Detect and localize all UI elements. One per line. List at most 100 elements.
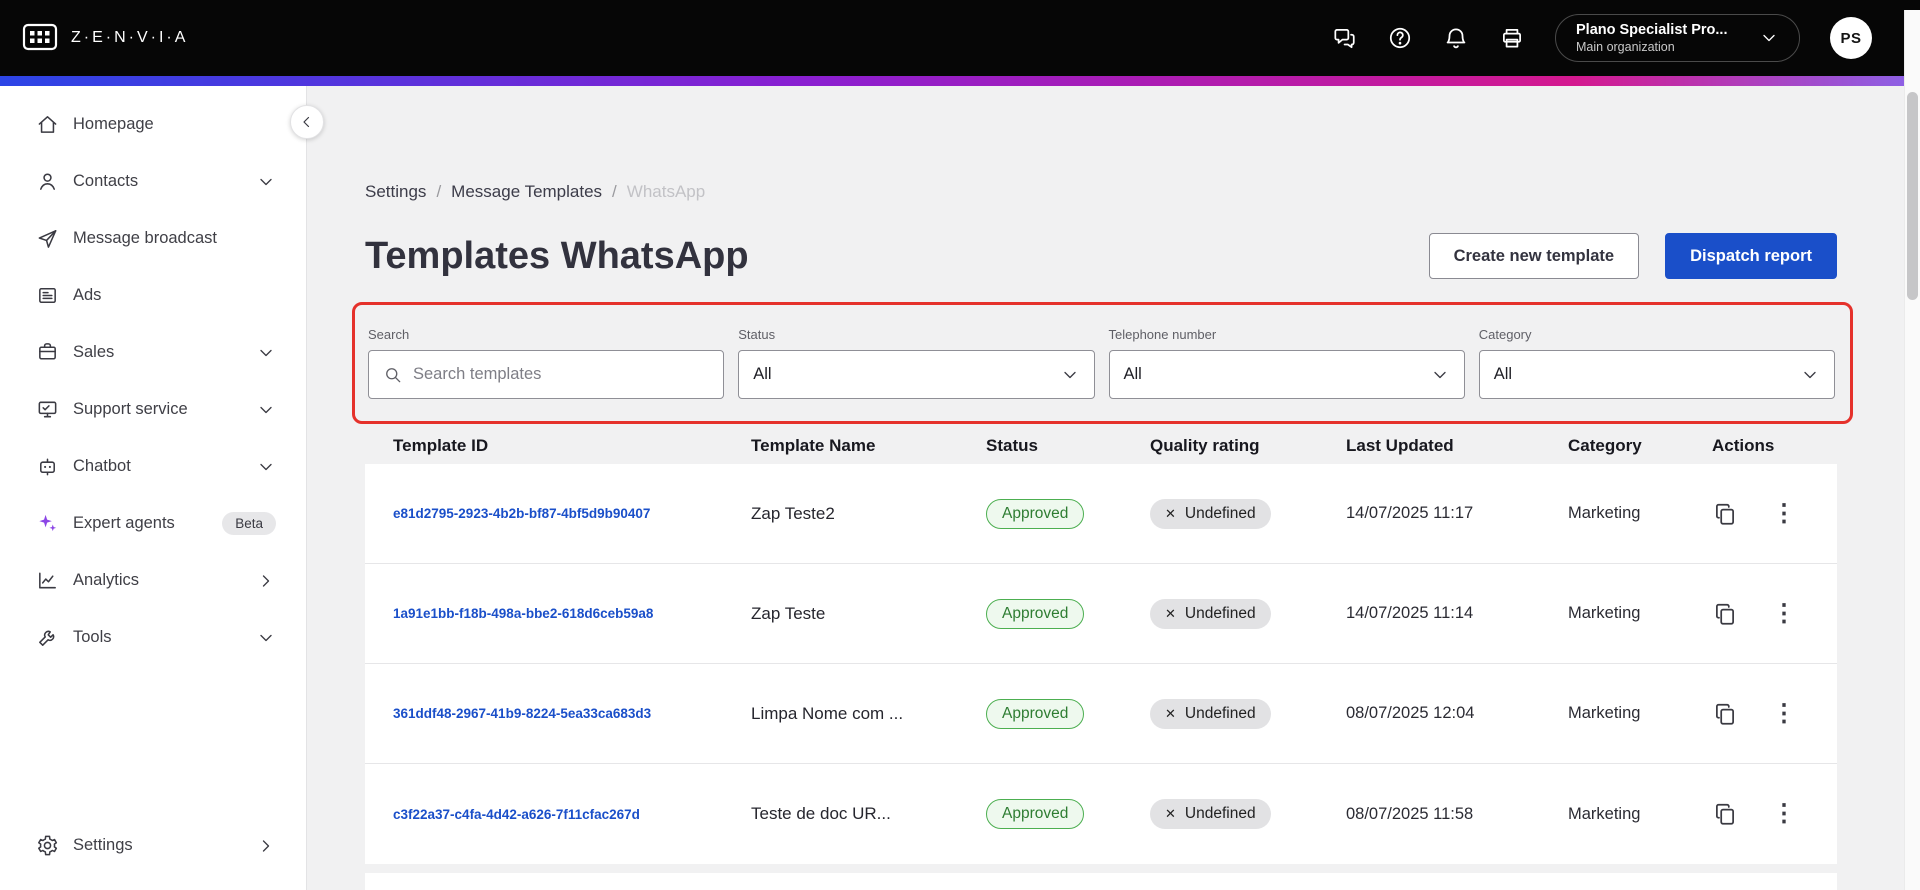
template-id-link[interactable]: c3f22a37-c4fa-4d42-a626-7f11cfac267d [393,807,650,822]
org-subtitle: Main organization [1576,40,1675,54]
table-body: e81d2795-2923-4b2b-bf87-4bf5d9b90407 Zap… [365,464,1837,864]
chevron-down-icon [256,400,276,420]
sidebar: Homepage Contacts Message broadcast Ads … [0,86,307,890]
main-content: Settings / Message Templates / WhatsApp … [308,86,1904,890]
sidebar-item-label: Settings [73,836,133,854]
sidebar-item-label: Support service [73,400,188,418]
column-header: Quality rating [1150,436,1260,455]
template-id-link[interactable]: 361ddf48-2967-41b9-8224-5ea33ca683d3 [393,706,661,721]
chevron-down-icon [256,172,276,192]
brand[interactable]: Z·E·N·V·I·A [22,23,188,53]
breadcrumb-message-templates[interactable]: Message Templates [451,182,602,202]
sidebar-item-expert-agents[interactable]: Expert agents Beta [0,495,306,552]
search-icon [386,367,401,382]
category-value: Marketing [1568,804,1641,823]
sidebar-item-message-broadcast[interactable]: Message broadcast [0,210,306,267]
telephone-number-select-value: All [1123,365,1142,383]
sidebar-item-sales[interactable]: Sales [0,324,306,381]
breadcrumb-separator: / [612,182,617,201]
scrollbar-thumb[interactable] [1907,92,1918,300]
zenvia-logo [22,23,58,51]
quality-rating-text: Undefined [1184,504,1256,522]
template-id-link[interactable]: 1a91e1bb-f18b-498a-bbe2-618d6ceb59a8 [393,606,663,621]
topbar: Z·E·N·V·I·A Plano Specialist Pro... Main… [0,0,1920,76]
printer-icon[interactable] [1499,25,1525,51]
sidebar-item-label: Ads [73,286,102,304]
tools-icon [35,626,59,650]
template-name: Teste de doc UR... [751,804,891,823]
org-selector[interactable]: Plano Specialist Pro... Main organizatio… [1555,14,1800,62]
x-icon: ✕ [1165,605,1176,621]
help-icon[interactable] [1387,25,1413,51]
sidebar-collapse-button[interactable] [290,105,324,139]
chatbot-icon [35,455,59,479]
copy-icon[interactable] [1712,701,1738,727]
conversations-icon[interactable] [1331,25,1357,51]
breadcrumb-separator: / [436,182,442,201]
notifications-icon[interactable] [1443,25,1469,51]
sidebar-item-contacts[interactable]: Contacts [0,153,306,210]
quality-rating-text: Undefined [1184,704,1256,722]
copy-icon[interactable] [1712,601,1738,627]
home-icon [35,113,59,137]
person-icon [35,170,59,194]
partial-next-row [365,873,1837,890]
sidebar-item-tools[interactable]: Tools [0,609,306,666]
copy-icon[interactable] [1712,801,1738,827]
telephone-number-field: Telephone number All [1108,327,1465,399]
sidebar-item-ads[interactable]: Ads [0,267,306,324]
sidebar-item-label: Expert agents [73,514,175,532]
table-row: c3f22a37-c4fa-4d42-a626-7f11cfac267d Tes… [365,764,1837,864]
column-header: Category [1568,436,1642,455]
category-field: Category All [1478,327,1835,399]
quality-rating-badge: ✕ Undefined [1150,498,1271,529]
table-row: 361ddf48-2967-41b9-8224-5ea33ca683d3 Lim… [365,664,1837,764]
support-icon [35,398,59,422]
status-badge: Approved [986,598,1085,629]
chevron-down-icon [1804,371,1816,378]
kebab-menu-icon[interactable]: ⋮ [1772,501,1796,526]
category-select-value: All [1493,365,1513,383]
status-badge: Approved [986,698,1085,729]
sidebar-item-support-service[interactable]: Support service [0,381,306,438]
status-select[interactable]: All [738,350,1095,399]
status-text: Approved [1002,704,1069,722]
chevron-down-icon [256,628,276,648]
create-new-template-button[interactable]: Create new template [1428,233,1640,279]
brand-gradient-bar [0,76,1920,86]
chevron-left-icon [303,116,310,128]
template-id-link[interactable]: e81d2795-2923-4b2b-bf87-4bf5d9b90407 [393,506,660,521]
template-name: Zap Teste2 [751,503,835,523]
sidebar-item-label: Homepage [73,115,154,133]
sparkles-icon [35,512,59,536]
template-name: Zap Teste [751,603,826,623]
page-scrollbar[interactable] [1904,10,1920,890]
last-updated: 14/07/2025 11:17 [1346,504,1474,522]
ads-icon [35,284,59,308]
category-label: Category [1478,327,1532,342]
search-input[interactable] [413,365,710,384]
kebab-menu-icon[interactable]: ⋮ [1772,601,1796,626]
breadcrumb-settings[interactable]: Settings [365,182,426,202]
avatar[interactable]: PS [1830,17,1872,59]
status-select-value: All [753,365,772,383]
sidebar-item-analytics[interactable]: Analytics [0,552,306,609]
telephone-number-label: Telephone number [1108,327,1217,342]
x-icon: ✕ [1165,806,1176,821]
category-select[interactable]: All [1478,350,1835,399]
kebab-menu-icon[interactable]: ⋮ [1772,802,1796,826]
kebab-menu-icon[interactable]: ⋮ [1772,701,1796,726]
status-field: Status All [738,327,1095,399]
telephone-number-select[interactable]: All [1108,350,1465,399]
copy-icon[interactable] [1712,501,1738,527]
dispatch-report-button[interactable]: Dispatch report [1665,233,1837,279]
sidebar-item-settings[interactable]: Settings [0,817,306,874]
column-header: Last Updated [1346,436,1454,455]
x-icon: ✕ [1165,505,1176,521]
sidebar-item-homepage[interactable]: Homepage [0,96,306,153]
sidebar-item-chatbot[interactable]: Chatbot [0,438,306,495]
status-text: Approved [1002,805,1069,822]
chevron-down-icon [1763,34,1775,42]
quality-rating-badge: ✕ Undefined [1150,598,1271,629]
beta-badge: Beta [222,512,276,535]
